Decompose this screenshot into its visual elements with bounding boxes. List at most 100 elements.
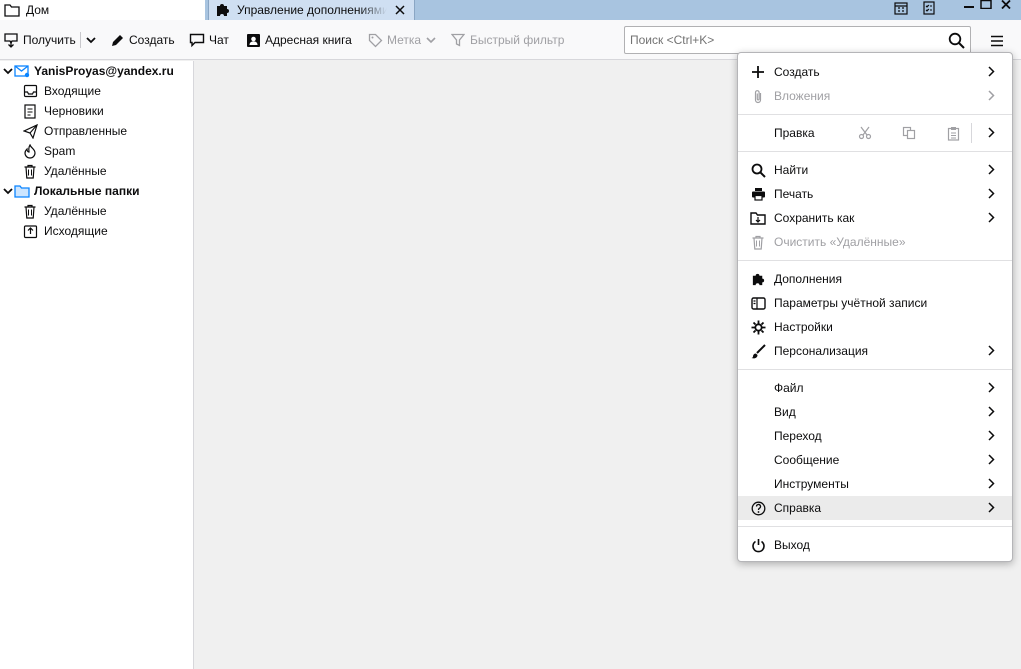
filter-icon	[450, 32, 466, 48]
chevron-right-icon	[988, 454, 995, 465]
power-icon	[750, 537, 766, 553]
paintbrush-icon	[750, 343, 766, 359]
inbox-label: Входящие	[44, 84, 101, 98]
minimize-icon[interactable]	[962, 0, 976, 9]
trash-label: Удалённые	[44, 164, 107, 178]
app-menu-button[interactable]	[986, 31, 1008, 51]
tab-addons-label: Управление дополнениями	[237, 3, 387, 17]
chevron-right-icon	[988, 188, 995, 199]
menu-save-as-label: Сохранить как	[774, 211, 855, 225]
menu-message[interactable]: Сообщение	[738, 448, 1012, 472]
menu-tools-label: Инструменты	[774, 477, 849, 491]
save-folder-icon	[750, 210, 766, 226]
chevron-right-icon	[988, 90, 995, 101]
menu-empty-trash[interactable]: Очистить «Удалённые»	[738, 230, 1012, 254]
copy-icon[interactable]	[898, 122, 920, 144]
account-label: YanisProyas@yandex.ru	[34, 64, 174, 78]
chevron-down-icon[interactable]	[2, 65, 14, 77]
chevron-right-icon	[988, 164, 995, 175]
menu-tools[interactable]: Инструменты	[738, 472, 1012, 496]
menu-new[interactable]: Создать	[738, 60, 1012, 84]
tasks-icon[interactable]	[920, 0, 938, 16]
menu-file[interactable]: Файл	[738, 376, 1012, 400]
cut-icon[interactable]	[854, 122, 876, 144]
paperclip-icon	[750, 88, 766, 104]
chat-icon	[189, 32, 205, 48]
maximize-icon[interactable]	[979, 0, 993, 9]
folder-inbox[interactable]: Входящие	[22, 81, 101, 101]
menu-save-as[interactable]: Сохранить как	[738, 206, 1012, 230]
menu-separator	[738, 260, 1012, 261]
write-label: Создать	[129, 33, 175, 47]
trash-icon	[22, 163, 38, 179]
folder-sent[interactable]: Отправленные	[22, 121, 127, 141]
folder-local-trash[interactable]: Удалённые	[22, 201, 107, 221]
help-icon	[750, 500, 766, 516]
menu-edit-label: Правка	[774, 126, 815, 140]
write-button[interactable]: Создать	[109, 29, 175, 51]
get-messages-button[interactable]: Получить	[3, 29, 76, 51]
puzzle-icon	[215, 2, 231, 18]
get-messages-dropdown[interactable]	[84, 29, 98, 51]
paste-icon[interactable]	[942, 122, 964, 144]
folder-spam[interactable]: Spam	[22, 141, 75, 161]
tab-home[interactable]: Дом	[0, 0, 205, 20]
menu-find[interactable]: Найти	[738, 158, 1012, 182]
close-window-icon[interactable]	[999, 0, 1013, 9]
plus-icon	[750, 64, 766, 80]
menu-quit-label: Выход	[774, 538, 810, 552]
chevron-right-icon[interactable]	[988, 127, 995, 138]
menu-attachments[interactable]: Вложения	[738, 84, 1012, 108]
quick-filter-label: Быстрый фильтр	[470, 33, 565, 47]
account-settings-icon	[750, 295, 766, 311]
chevron-right-icon	[988, 406, 995, 417]
menu-quit[interactable]: Выход	[738, 533, 1012, 557]
title-bar: Дом Управление дополнениями	[0, 0, 1021, 20]
menu-preferences[interactable]: Настройки	[738, 315, 1012, 339]
tab-addons-manager[interactable]: Управление дополнениями	[208, 0, 415, 20]
close-tab-icon[interactable]	[392, 2, 408, 18]
menu-account-settings-label: Параметры учётной записи	[774, 296, 928, 310]
chat-button[interactable]: Чат	[189, 29, 229, 51]
folder-local[interactable]: Локальные папки	[0, 181, 140, 201]
menu-help[interactable]: Справка	[738, 496, 1012, 520]
folder-outbox[interactable]: Исходящие	[22, 221, 108, 241]
chevron-right-icon	[988, 345, 995, 356]
menu-print-label: Печать	[774, 187, 814, 201]
menu-addons[interactable]: Дополнения	[738, 267, 1012, 291]
menu-print[interactable]: Печать	[738, 182, 1012, 206]
tag-label: Метка	[387, 33, 422, 47]
chevron-right-icon	[988, 430, 995, 441]
calendar-icon[interactable]	[892, 0, 910, 16]
folder-trash[interactable]: Удалённые	[22, 161, 107, 181]
app-menu-popup: Создать Вложения Правка Найти Печать Сох…	[737, 52, 1013, 562]
toolbar-divider	[80, 32, 81, 48]
chevron-down-icon[interactable]	[2, 185, 14, 197]
quick-filter-button[interactable]: Быстрый фильтр	[450, 29, 564, 51]
menu-attachments-label: Вложения	[774, 89, 831, 103]
mail-account-icon	[14, 63, 30, 79]
folder-drafts[interactable]: Черновики	[22, 101, 104, 121]
tag-button[interactable]: Метка	[367, 29, 436, 51]
menu-help-label: Справка	[774, 501, 822, 515]
search-box	[624, 26, 971, 54]
tab-home-label: Дом	[26, 3, 50, 17]
search-icon[interactable]	[948, 32, 965, 49]
chevron-right-icon	[988, 478, 995, 489]
menu-go[interactable]: Переход	[738, 424, 1012, 448]
menu-go-label: Переход	[774, 429, 822, 443]
address-book-label: Адресная книга	[265, 33, 352, 47]
sent-icon	[22, 123, 38, 139]
search-icon	[750, 162, 766, 178]
flame-icon	[22, 143, 38, 159]
menu-account-settings[interactable]: Параметры учётной записи	[738, 291, 1012, 315]
trash-icon	[22, 203, 38, 219]
menu-separator	[738, 526, 1012, 527]
menu-customize[interactable]: Персонализация	[738, 339, 1012, 363]
address-book-button[interactable]: Адресная книга	[245, 29, 352, 51]
search-input[interactable]	[625, 27, 945, 53]
menu-addons-label: Дополнения	[774, 272, 842, 286]
folder-account[interactable]: YanisProyas@yandex.ru	[0, 61, 174, 81]
menu-view[interactable]: Вид	[738, 400, 1012, 424]
trash-icon	[750, 234, 766, 250]
